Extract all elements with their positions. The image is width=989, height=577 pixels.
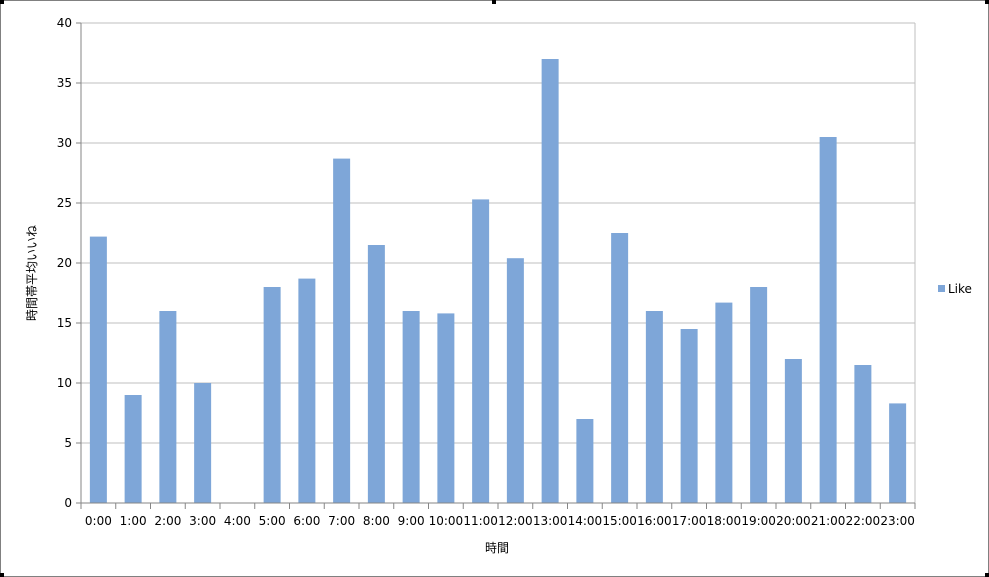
bar-chart: 0 5 10 15 20 25 30 35 40 0:00 1:00 2:00 3:00 4:00 5:0… [25,16,972,555]
y-tick-label: 30 [57,136,72,150]
x-tick-label: 10:00 [429,514,464,528]
bars [89,59,907,503]
x-tick-label: 7:00 [328,514,355,528]
x-tick-label: 14:00 [568,514,603,528]
x-tick-label: 23:00 [880,514,915,528]
x-tick-label: 20:00 [776,514,811,528]
x-tick-label: 18:00 [707,514,742,528]
bar [194,383,212,503]
bar [506,258,524,503]
bar [263,287,281,503]
y-axis-title: 時間帯平均いいね [25,225,39,321]
bar [333,158,351,503]
y-tick-label: 20 [57,256,72,270]
bar [680,329,698,503]
x-tick-label: 12:00 [498,514,533,528]
x-tick-label: 15:00 [602,514,637,528]
bar [472,199,490,503]
bar [541,59,559,503]
x-tick-label: 6:00 [293,514,320,528]
bar [889,403,907,503]
x-tick-label: 2:00 [154,514,181,528]
bar [784,359,802,503]
bar [750,287,768,503]
x-tick-label: 0:00 [85,514,112,528]
bar [645,311,663,503]
bar [715,302,733,503]
bar [819,137,837,503]
x-tick-label: 3:00 [189,514,216,528]
x-axis-title: 時間 [485,541,509,555]
bar [367,245,385,503]
y-tick-label: 40 [57,16,72,30]
y-tick-labels: 0 5 10 15 20 25 30 35 40 [57,16,72,510]
x-tick-label: 4:00 [224,514,251,528]
x-tick-label: 11:00 [463,514,498,528]
bar [854,365,872,503]
x-tick-label: 22:00 [846,514,881,528]
x-tick-labels: 0:00 1:00 2:00 3:00 4:00 5:00 6:00 7:00 8:00 9:00… [85,514,915,528]
x-tick-label: 13:00 [533,514,568,528]
legend-swatch [938,285,945,292]
bar [159,311,177,503]
bar [298,278,316,503]
y-tick-label: 25 [57,196,72,210]
bar [611,233,629,503]
x-tick-label: 17:00 [672,514,707,528]
x-tick-label: 16:00 [637,514,672,528]
x-tick-label: 8:00 [363,514,390,528]
bar [124,395,142,503]
bar [576,419,594,503]
y-tick-label: 15 [57,316,72,330]
bar [437,313,455,503]
y-tick-label: 0 [64,496,72,510]
x-tick-label: 9:00 [398,514,425,528]
x-tick-label: 1:00 [120,514,147,528]
y-tick-label: 5 [64,436,72,450]
legend-label: Like [948,282,972,296]
x-tick-label: 19:00 [741,514,776,528]
legend: Like [938,282,972,296]
x-tick-label: 5:00 [259,514,286,528]
y-tick-label: 35 [57,76,72,90]
y-tick-label: 10 [57,376,72,390]
bar [402,311,420,503]
bar [89,236,107,503]
x-tick-label: 21:00 [811,514,846,528]
